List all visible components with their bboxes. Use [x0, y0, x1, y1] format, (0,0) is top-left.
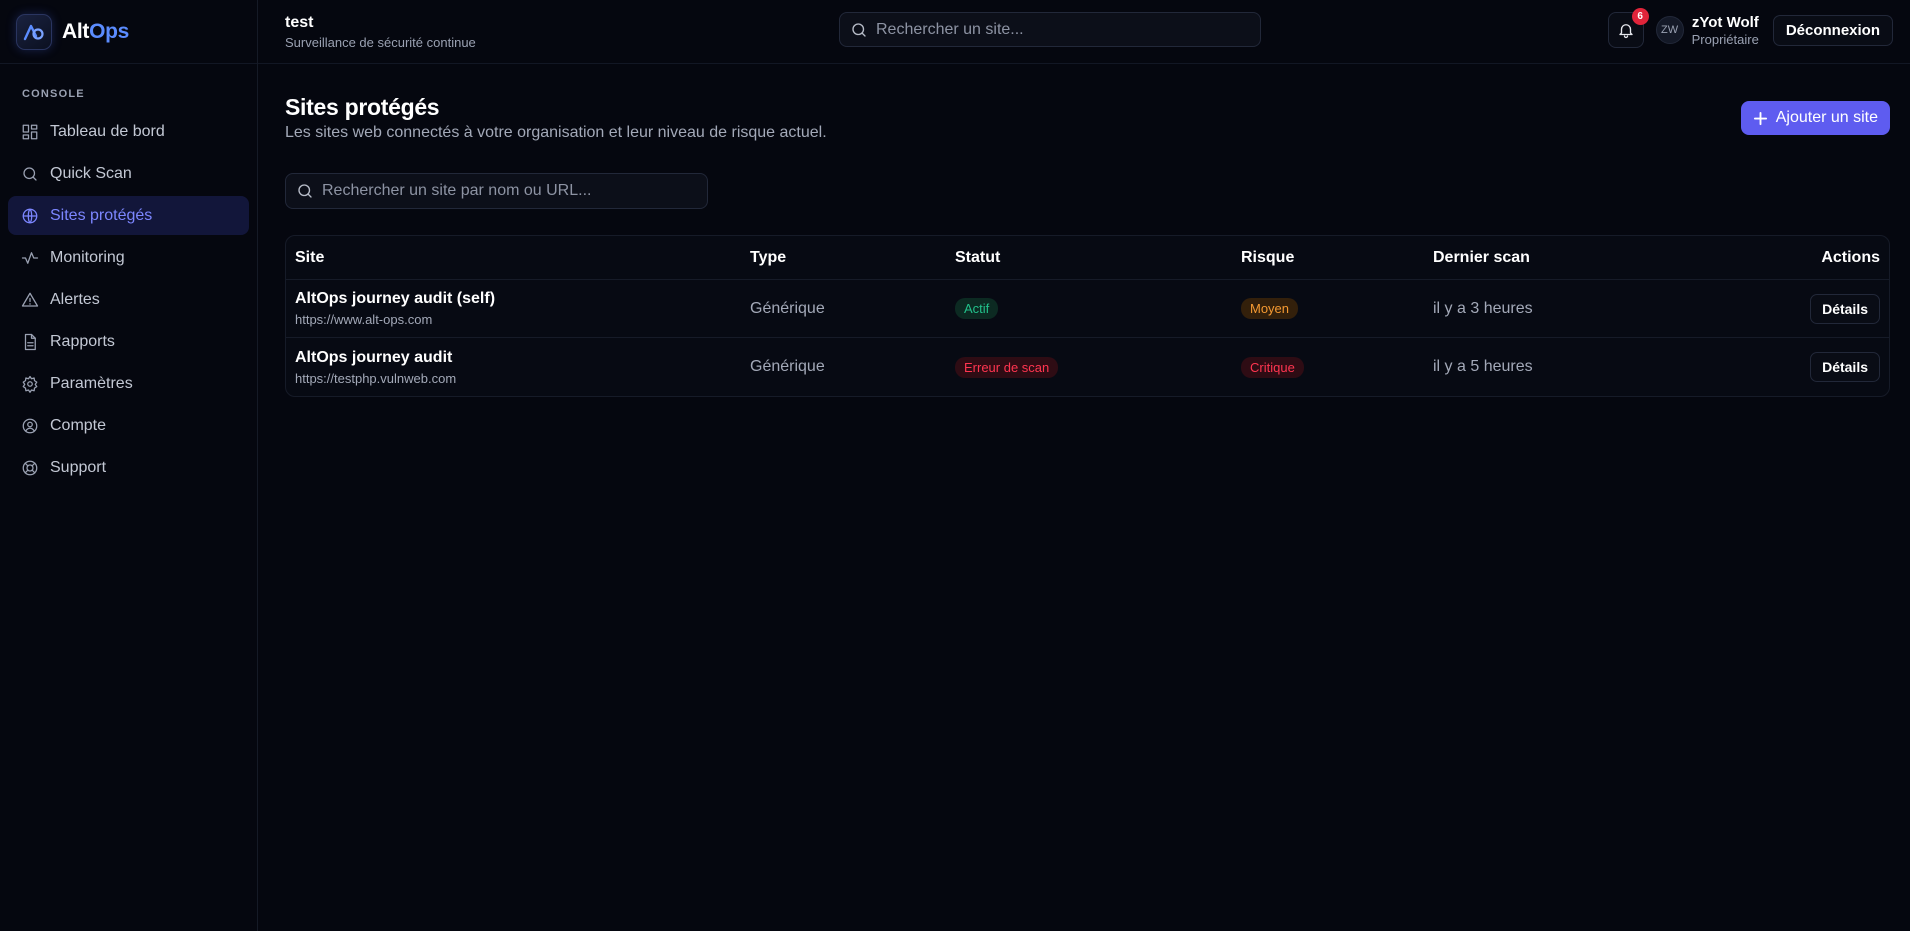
search-icon — [852, 22, 866, 37]
add-site-label: Ajouter un site — [1775, 109, 1878, 126]
sidebar-item-reports[interactable]: Rapports — [8, 322, 249, 361]
sidebar-item-alerts[interactable]: Alertes — [8, 280, 249, 319]
site-search-input[interactable] — [322, 182, 707, 200]
topbar: test Surveillance de sécurité continue 6… — [258, 0, 1910, 64]
file-icon — [24, 333, 36, 350]
table-row[interactable]: AltOps journey audit (self) https://www.… — [286, 280, 1889, 338]
column-header-last-scan[interactable]: Dernier scan — [1433, 249, 1773, 267]
sidebar-nav: Tableau de bord Quick Scan Sites protégé… — [0, 112, 257, 487]
actions-cell: Détails — [1773, 352, 1889, 382]
sidebar: AltOps CONSOLE Tableau de bord Quick Sca… — [0, 0, 258, 931]
column-header-site[interactable]: Site — [286, 249, 750, 267]
column-header-risk[interactable]: Risque — [1241, 249, 1433, 267]
global-search-input[interactable] — [876, 20, 1260, 39]
sidebar-item-label: Tableau de bord — [50, 122, 165, 140]
main-area: test Surveillance de sécurité continue 6… — [258, 0, 1910, 931]
site-name: AltOps journey audit (self) — [295, 290, 496, 307]
status-badge: Actif — [955, 298, 999, 319]
brand[interactable]: AltOps — [0, 0, 257, 64]
risk-cell: Critique — [1241, 356, 1433, 378]
last-scan: il y a 5 heures — [1433, 358, 1533, 375]
org-subtitle: Surveillance de sécurité continue — [285, 34, 476, 50]
sidebar-item-label: Compte — [50, 416, 107, 434]
site-url: https://www.alt-ops.com — [295, 312, 433, 327]
globe-icon — [22, 208, 38, 223]
user-name: zYot Wolf — [1691, 13, 1759, 31]
site-cell: AltOps journey audit https://testphp.vul… — [286, 349, 750, 386]
sidebar-item-label: Monitoring — [50, 248, 125, 266]
column-header-type[interactable]: Type — [750, 249, 955, 267]
site-cell: AltOps journey audit (self) https://www.… — [286, 290, 750, 327]
sidebar-item-protected-sites[interactable]: Sites protégés — [8, 196, 249, 235]
page-header: Sites protégés Les sites web connectés à… — [285, 64, 1890, 151]
sidebar-item-label: Support — [50, 458, 107, 476]
status-cell: Erreur de scan — [955, 356, 1241, 378]
risk-badge: Moyen — [1241, 298, 1299, 319]
page-subtitle: Les sites web connectés à votre organisa… — [285, 124, 827, 141]
user-role: Propriétaire — [1691, 31, 1759, 47]
details-button[interactable]: Détails — [1810, 352, 1880, 382]
sidebar-item-label: Quick Scan — [50, 164, 132, 182]
org-info: test Surveillance de sécurité continue — [285, 14, 476, 50]
notification-count-badge: 6 — [1631, 8, 1649, 25]
risk-cell: Moyen — [1241, 298, 1433, 319]
site-type: Générique — [750, 299, 825, 317]
column-header-status[interactable]: Statut — [955, 249, 1241, 267]
global-search[interactable] — [839, 12, 1261, 47]
warning-icon — [21, 292, 39, 307]
actions-cell: Détails — [1773, 293, 1889, 324]
status-cell: Actif — [955, 298, 1241, 319]
sidebar-item-dashboard[interactable]: Tableau de bord — [8, 112, 249, 151]
sidebar-item-label: Sites protégés — [50, 206, 153, 224]
dashboard-icon — [22, 124, 38, 139]
sidebar-item-account[interactable]: Compte — [8, 406, 249, 445]
search-icon — [23, 166, 37, 181]
sidebar-item-label: Paramètres — [50, 374, 133, 392]
bell-icon — [1618, 24, 1633, 39]
page-content: Sites protégés Les sites web connectés à… — [258, 64, 1910, 397]
sidebar-item-label: Rapports — [50, 332, 115, 350]
site-type: Générique — [750, 358, 825, 375]
sidebar-item-monitoring[interactable]: Monitoring — [8, 238, 249, 277]
sidebar-item-settings[interactable]: Paramètres — [8, 364, 249, 403]
details-button[interactable]: Détails — [1810, 293, 1880, 324]
logout-button[interactable]: Déconnexion — [1772, 14, 1893, 46]
sidebar-item-label: Alertes — [50, 290, 100, 308]
sites-table: Site Type Statut Risque Dernier scan Act… — [285, 235, 1890, 397]
add-site-button[interactable]: Ajouter un site — [1740, 101, 1890, 135]
user-circle-icon — [22, 418, 38, 433]
gear-icon — [22, 375, 38, 393]
table-row[interactable]: AltOps journey audit https://testphp.vul… — [286, 338, 1889, 396]
altops-logo-icon — [16, 13, 52, 50]
last-scan: il y a 3 heures — [1433, 299, 1533, 317]
site-search[interactable] — [285, 173, 708, 209]
table-header: Site Type Statut Risque Dernier scan Act… — [286, 236, 1889, 280]
sidebar-item-quick-scan[interactable]: Quick Scan — [8, 154, 249, 193]
nav-section-label: CONSOLE — [22, 88, 85, 100]
avatar[interactable]: ZW — [1655, 16, 1684, 44]
user-info: zYot Wolf Propriétaire — [1692, 14, 1759, 47]
site-name: AltOps journey audit — [295, 348, 453, 366]
page-title: Sites protégés — [285, 94, 440, 120]
user-area: 6 ZW zYot Wolf Propriétaire Déconnexion — [1607, 8, 1893, 48]
column-header-actions: Actions — [1821, 248, 1880, 266]
notifications-button[interactable]: 6 — [1607, 8, 1649, 48]
sidebar-item-support[interactable]: Support — [8, 448, 249, 487]
status-badge: Erreur de scan — [955, 356, 1059, 378]
org-name: test — [285, 13, 314, 31]
risk-badge: Critique — [1241, 356, 1304, 378]
lifebuoy-icon — [22, 460, 38, 475]
search-icon — [298, 184, 312, 198]
plus-icon — [1753, 111, 1767, 125]
activity-icon — [21, 251, 39, 264]
site-url: https://testphp.vulnweb.com — [295, 370, 457, 386]
brand-name: AltOps — [62, 19, 130, 43]
